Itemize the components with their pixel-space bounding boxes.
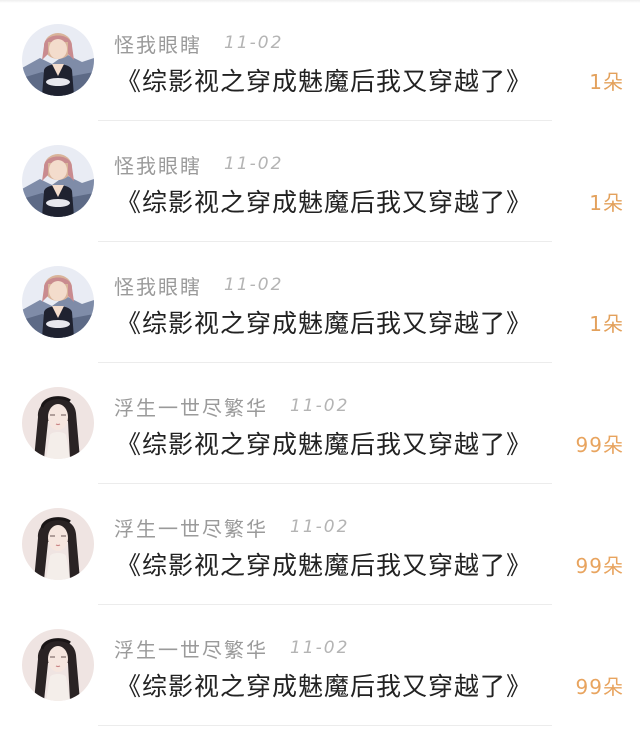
avatar-girl-blonde-icon (22, 145, 94, 217)
gift-count: 1朵 (589, 312, 624, 336)
user-avatar[interactable] (22, 387, 94, 459)
gift-count: 1朵 (589, 70, 624, 94)
user-avatar[interactable] (22, 629, 94, 701)
record-date: 11-02 (224, 154, 284, 174)
record-meta: 浮生一世尽繁华 11-02 (114, 634, 350, 663)
list-item[interactable]: 浮生一世尽繁华 11-02 《综影视之穿成魅魔后我又穿越了》 99朵 (0, 363, 640, 484)
avatar-girl-blonde-icon (22, 266, 94, 338)
record-meta: 怪我眼瞎 11-02 (114, 271, 284, 300)
gift-count: 99朵 (575, 554, 624, 578)
avatar-woman-black-hair-icon (22, 508, 94, 580)
user-avatar[interactable] (22, 508, 94, 580)
record-meta: 怪我眼瞎 11-02 (114, 150, 284, 179)
gift-count: 1朵 (589, 191, 624, 215)
book-title[interactable]: 《综影视之穿成魅魔后我又穿越了》 (116, 667, 532, 703)
avatar-girl-blonde-icon (22, 24, 94, 96)
record-meta: 怪我眼瞎 11-02 (114, 29, 284, 58)
gift-record-list: 怪我眼瞎 11-02 《综影视之穿成魅魔后我又穿越了》 1朵 怪我眼瞎 11-0… (0, 0, 640, 732)
record-date: 11-02 (224, 275, 284, 295)
username[interactable]: 怪我眼瞎 (114, 271, 202, 300)
avatar-woman-black-hair-icon (22, 629, 94, 701)
record-date: 11-02 (224, 33, 284, 53)
list-item[interactable]: 怪我眼瞎 11-02 《综影视之穿成魅魔后我又穿越了》 1朵 (0, 121, 640, 242)
record-meta: 浮生一世尽繁华 11-02 (114, 392, 350, 421)
username[interactable]: 怪我眼瞎 (114, 150, 202, 179)
user-avatar[interactable] (22, 24, 94, 96)
username[interactable]: 浮生一世尽繁华 (114, 513, 268, 542)
book-title[interactable]: 《综影视之穿成魅魔后我又穿越了》 (116, 425, 532, 461)
book-title[interactable]: 《综影视之穿成魅魔后我又穿越了》 (116, 546, 532, 582)
record-date: 11-02 (290, 517, 350, 537)
username[interactable]: 浮生一世尽繁华 (114, 392, 268, 421)
gift-count: 99朵 (575, 433, 624, 457)
book-title[interactable]: 《综影视之穿成魅魔后我又穿越了》 (116, 304, 532, 340)
avatar-woman-black-hair-icon (22, 387, 94, 459)
record-date: 11-02 (290, 638, 350, 658)
list-item[interactable]: 怪我眼瞎 11-02 《综影视之穿成魅魔后我又穿越了》 1朵 (0, 0, 640, 121)
username[interactable]: 怪我眼瞎 (114, 29, 202, 58)
list-item[interactable]: 浮生一世尽繁华 11-02 《综影视之穿成魅魔后我又穿越了》 99朵 (0, 484, 640, 605)
book-title[interactable]: 《综影视之穿成魅魔后我又穿越了》 (116, 62, 532, 98)
book-title[interactable]: 《综影视之穿成魅魔后我又穿越了》 (116, 183, 532, 219)
record-meta: 浮生一世尽繁华 11-02 (114, 513, 350, 542)
user-avatar[interactable] (22, 145, 94, 217)
username[interactable]: 浮生一世尽繁华 (114, 634, 268, 663)
record-date: 11-02 (290, 396, 350, 416)
user-avatar[interactable] (22, 266, 94, 338)
list-item[interactable]: 浮生一世尽繁华 11-02 《综影视之穿成魅魔后我又穿越了》 99朵 (0, 605, 640, 726)
gift-count: 99朵 (575, 675, 624, 699)
row-divider (98, 725, 552, 726)
list-item[interactable]: 怪我眼瞎 11-02 《综影视之穿成魅魔后我又穿越了》 1朵 (0, 242, 640, 363)
